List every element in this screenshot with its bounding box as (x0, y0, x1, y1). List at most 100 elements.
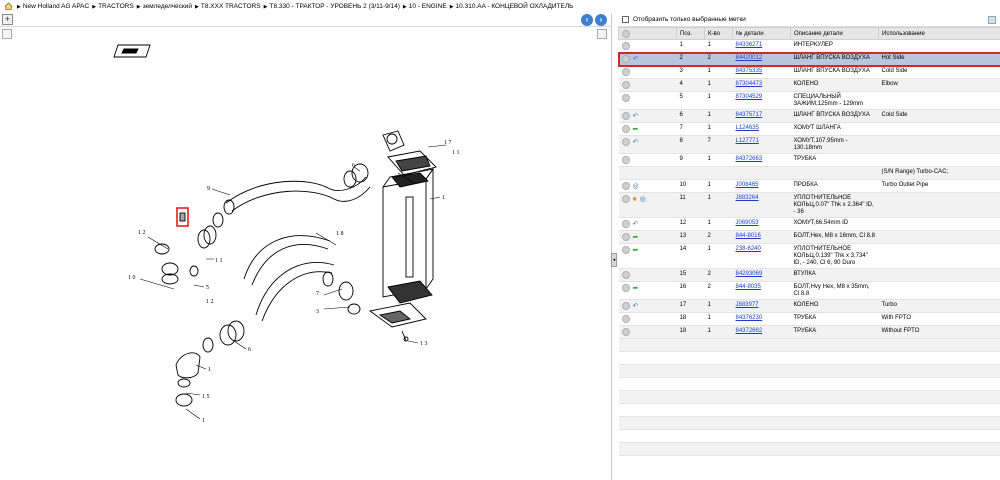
table-row[interactable]: ↶ 17 1 J883977 КОЛЕНО Turbo (618, 299, 1000, 313)
row-select-icon[interactable] (621, 284, 630, 292)
table-row[interactable]: (S/N Range) Turbo-CAC; (618, 166, 1000, 180)
row-select-icon[interactable] (621, 233, 630, 241)
breadcrumb-item[interactable]: 10 - ENGINE (409, 3, 447, 10)
table-row[interactable]: ■ ◎ 11 1 J883264 УПЛОТНИТЕЛЬНОЕ КОЛЬЦ,0.07" T… (618, 192, 1000, 218)
part-number-cell: 84375335 (732, 65, 791, 79)
tube-part-9[interactable] (223, 176, 371, 215)
table-row[interactable]: 15 2 84293069 ВТУЛКА (618, 268, 1000, 282)
zoom-in-button[interactable]: + (2, 14, 13, 25)
column-header[interactable]: Поз. (676, 27, 705, 40)
table-row[interactable]: ◎ 10 1 J008465 ПРОБКА Turbo Outlet Pipe (618, 179, 1000, 193)
row-select-icon[interactable] (621, 42, 630, 50)
table-row[interactable]: 4 1 87304473 КОЛЕНО Elbow (618, 78, 1000, 92)
table-row[interactable]: 3 1 84375335 ШЛАНГ ВПУСКА ВОЗДУХА Cold Side (618, 65, 1000, 79)
table-row[interactable]: ➦ 16 2 844-8035 БОЛТ,Hvy Hex, M8 x 35mm, Cl … (618, 281, 1000, 300)
green-arrow-icon[interactable]: ➦ (633, 126, 639, 133)
row-select-icon[interactable] (621, 195, 630, 203)
part-number-link[interactable]: 87304529 (736, 94, 763, 100)
select-all-icon[interactable] (622, 29, 630, 38)
column-header[interactable]: Описание детали (790, 27, 879, 40)
part-number-link[interactable]: 84376230 (736, 315, 763, 321)
row-select-icon[interactable] (621, 138, 630, 146)
row-select-icon[interactable] (621, 315, 630, 323)
tube-part-18[interactable] (243, 235, 335, 322)
show-selected-only-checkbox[interactable] (622, 16, 629, 23)
diagram-flag-icon[interactable] (113, 44, 151, 58)
table-row[interactable]: 9 1 84372663 ТРУБКА (618, 153, 1000, 167)
row-select-icon[interactable] (621, 125, 630, 133)
part-number-link[interactable]: 844-8016 (736, 233, 761, 239)
next-page-button[interactable]: › (595, 14, 607, 26)
row-select-icon[interactable] (621, 112, 630, 120)
breadcrumb-item[interactable]: New Holland AG APAC (23, 3, 89, 10)
collapse-pane-handle[interactable]: ◂ (611, 253, 617, 267)
row-select-icon[interactable] (621, 55, 630, 63)
part-number-link[interactable]: 238-6240 (736, 246, 761, 252)
globe-icon[interactable]: ◎ (633, 183, 639, 190)
part-number-link[interactable]: 84293069 (736, 271, 763, 277)
green-arrow-icon[interactable]: ➦ (633, 247, 639, 254)
green-arrow-icon[interactable]: ➦ (633, 285, 639, 292)
return-arrow-icon[interactable]: ↶ (633, 221, 639, 228)
table-row[interactable]: 18 1 84376230 ТРУБКА With FPTO (618, 312, 1000, 326)
part-number-link[interactable]: L127771 (736, 138, 759, 144)
package-icon[interactable]: ■ (633, 196, 637, 203)
globe-icon[interactable]: ◎ (640, 196, 646, 203)
row-actions-cell: ➦ (618, 230, 677, 244)
prev-page-button[interactable]: ‹ (581, 14, 593, 26)
part-number-link[interactable]: L124635 (736, 125, 759, 131)
row-select-icon[interactable] (621, 328, 630, 336)
breadcrumb-item[interactable]: 10.310.AA - КОНЦЕВОЙ ОХЛАДИТЕЛЬ (456, 3, 574, 10)
table-row[interactable]: ↶ 2 2 84420012 ШЛАНГ ВПУСКА ВОЗДУХА Hot Side (617, 51, 1000, 67)
empty-cell (676, 364, 705, 378)
table-row[interactable]: ➦ 13 2 844-8016 БОЛТ,Hex, M8 x 16mm, Cl 8.8 (618, 230, 1000, 244)
part-number-link[interactable]: J008465 (736, 182, 759, 188)
breadcrumb-item[interactable]: T8.330 - ТРАКТОР - УРОВЕНЬ 2 (3/11-9/14) (269, 3, 399, 10)
part-description-cell: ТРУБКА (790, 312, 879, 326)
part-number-link[interactable]: J883264 (736, 195, 759, 201)
part-number-link[interactable]: 84375717 (736, 112, 763, 118)
breadcrumb-item[interactable]: земледелческий (143, 3, 192, 10)
table-row[interactable]: ↶ 12 1 J069053 ХОМУТ,66.54mm ID (618, 217, 1000, 231)
part-number-link[interactable]: J069053 (736, 220, 759, 226)
return-arrow-icon[interactable]: ↶ (633, 303, 639, 310)
column-header[interactable]: К-во (704, 27, 733, 40)
breadcrumb-item[interactable]: TRACTORS (98, 3, 134, 10)
part-number-link[interactable]: J883977 (736, 302, 759, 308)
row-select-icon[interactable] (621, 271, 630, 279)
table-row[interactable]: ↶ 8 7 L127771 ХОМУТ,107.95mm - 130.18mm (618, 135, 1000, 154)
row-select-icon[interactable] (621, 68, 630, 76)
row-select-icon[interactable] (621, 302, 630, 310)
part-number-link[interactable]: 84336271 (736, 42, 763, 48)
part-number-link[interactable]: 844-8035 (736, 284, 761, 290)
return-arrow-icon[interactable]: ↶ (633, 56, 639, 63)
part-number-link[interactable]: 84372662 (736, 328, 763, 334)
part-number-link[interactable]: 84372663 (736, 156, 763, 162)
breadcrumb-item[interactable]: T8.XXX TRACTORS (201, 3, 261, 10)
part-number-link[interactable]: 84420012 (736, 55, 763, 61)
row-select-icon[interactable] (621, 220, 630, 228)
part-number-link[interactable]: 87304473 (736, 81, 763, 87)
row-select-icon[interactable] (621, 94, 630, 102)
column-header[interactable]: Использование (878, 27, 1000, 40)
part-number-link[interactable]: 84375335 (736, 68, 763, 74)
row-select-icon[interactable] (621, 156, 630, 164)
return-arrow-icon[interactable]: ↶ (633, 113, 639, 120)
column-header[interactable]: № детали (732, 27, 791, 40)
filter-settings-icon[interactable] (988, 16, 996, 24)
table-row[interactable]: 5 1 87304529 СПЕЦИАЛЬНЫЙ ЗАЖИМ,125mm - 129m… (618, 91, 1000, 110)
column-header[interactable] (618, 27, 677, 40)
row-select-icon[interactable] (621, 246, 630, 254)
table-row[interactable]: ↶ 6 1 84375717 ШЛАНГ ВПУСКА ВОЗДУХА Cold Side (618, 109, 1000, 123)
return-arrow-icon[interactable]: ↶ (633, 139, 639, 146)
green-arrow-icon[interactable]: ➦ (633, 234, 639, 241)
row-select-icon[interactable] (621, 182, 630, 190)
home-icon[interactable] (4, 2, 13, 10)
row-select-icon[interactable] (621, 81, 630, 89)
intercooler-part[interactable] (368, 130, 437, 342)
table-row[interactable]: ➦ 7 1 L124635 ХОМУТ ШЛАНГА (618, 122, 1000, 136)
table-row[interactable]: 18 1 84372662 ТРУБКА Without FPTO (618, 325, 1000, 339)
part-description-cell: ИНТЕРКУЛЕР (790, 39, 879, 53)
table-row[interactable]: 1 1 84336271 ИНТЕРКУЛЕР (618, 39, 1000, 53)
table-row[interactable]: ➦ 14 1 238-6240 УПЛОТНИТЕЛЬНОЕ КОЛЬЦ,0.139" … (618, 243, 1000, 269)
